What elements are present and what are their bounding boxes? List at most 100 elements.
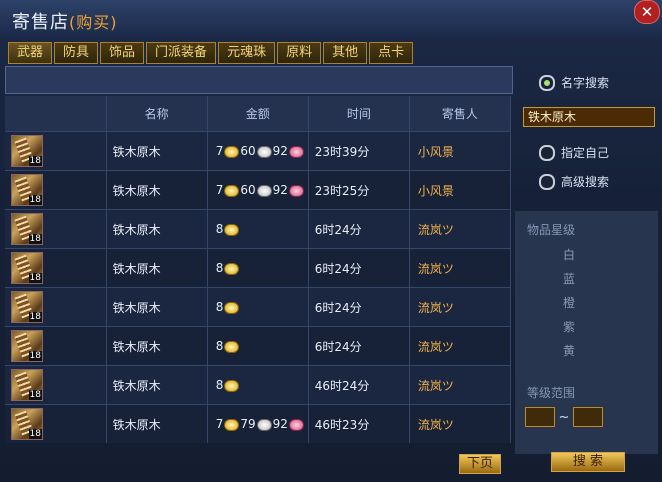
tab-cards[interactable]: 点卡 [369, 42, 414, 64]
item-level-badge: 18 [28, 390, 42, 400]
item-name: 铁木原木 [106, 326, 208, 366]
item-level-badge: 18 [28, 195, 42, 205]
table-row[interactable]: 18 铁木原木 8 6时24分 流岚ツ [5, 209, 512, 249]
window-title: 寄售店(购买) [12, 8, 118, 34]
max-level-input[interactable] [573, 407, 603, 427]
table-row[interactable]: 18 铁木原木 8 46时24分 流岚ツ [5, 365, 512, 405]
item-price: 7 79 92 [207, 404, 309, 443]
search-panel: 名字搜索 铁木原木 指定自己 高级搜索 物品星级 白 蓝 橙 紫 黄 等级范围 … [515, 66, 658, 454]
item-price: 7 60 92 [207, 170, 309, 210]
search-bar[interactable] [5, 66, 513, 94]
time-column-header[interactable]: 时间 [308, 96, 410, 132]
gold-amount: 8 [215, 222, 224, 236]
table-row[interactable]: 18 铁木原木 8 6时24分 流岚ツ [5, 326, 512, 366]
level-range-label: 等级范围 [527, 386, 576, 400]
time-left: 23时39分 [308, 131, 410, 171]
gold-coin-icon [224, 184, 240, 197]
gold-amount: 7 [215, 144, 224, 158]
radio-icon [539, 173, 555, 190]
tab-soul-beads[interactable]: 元魂珠 [218, 42, 276, 64]
item-name: 铁木原木 [106, 287, 208, 327]
gold-coin-icon [224, 145, 240, 158]
silver-coin-icon [256, 418, 272, 431]
silver-amount: 60 [240, 144, 256, 158]
seller-name: 小风景 [409, 170, 512, 210]
time-left: 46时23分 [308, 404, 410, 443]
item-name: 铁木原木 [106, 209, 208, 249]
tab-other[interactable]: 其他 [323, 42, 368, 64]
price-column-header[interactable]: 金额 [207, 96, 309, 132]
specify-self-label: 指定自己 [561, 146, 610, 160]
seller-name: 流岚ツ [409, 326, 512, 366]
title-main: 寄售店 [12, 12, 69, 33]
name-search-radio[interactable]: 名字搜索 [539, 74, 609, 91]
gold-coin-icon [224, 262, 240, 275]
item-level-badge: 18 [28, 273, 42, 283]
item-level-badge: 18 [28, 429, 42, 439]
seller-name: 流岚ツ [409, 365, 512, 405]
seller-name: 流岚ツ [409, 287, 512, 327]
seller-column-header[interactable]: 寄售人 [409, 96, 512, 132]
table-row[interactable]: 18 铁木原木 7 60 92 23时25分 小风景 [5, 170, 512, 210]
gold-coin-icon [224, 340, 240, 353]
min-level-input[interactable] [525, 407, 555, 427]
advanced-search-radio[interactable]: 高级搜索 [539, 173, 609, 190]
next-page-button[interactable]: 下页 [459, 454, 501, 474]
seller-name: 小风景 [409, 131, 512, 171]
item-name-input[interactable]: 铁木原木 [523, 107, 655, 127]
close-icon[interactable]: ✕ [634, 0, 660, 24]
tab-weapons[interactable]: 武器 [8, 42, 53, 64]
wood-log-icon: 18 [11, 252, 43, 284]
level-range-inputs: ~ [525, 407, 607, 427]
table-row[interactable]: 18 铁木原木 8 6时24分 流岚ツ [5, 248, 512, 288]
gold-amount: 7 [215, 183, 224, 197]
silver-coin-icon [256, 184, 272, 197]
listing-table: 名称 金额 时间 寄售人 18 铁木原木 7 60 92 23时39分 小风景 18… [5, 96, 512, 454]
copper-coin-icon [288, 184, 304, 197]
table-row[interactable]: 18 铁木原木 7 79 92 46时23分 流岚ツ [5, 404, 512, 443]
quality-white[interactable]: 白 [563, 246, 575, 263]
item-price: 8 [207, 287, 309, 327]
specify-self-radio[interactable]: 指定自己 [539, 144, 609, 161]
item-level-badge: 18 [28, 351, 42, 361]
table-row[interactable]: 18 铁木原木 7 60 92 23时39分 小风景 [5, 131, 512, 171]
time-left: 46时24分 [308, 365, 410, 405]
range-separator: ~ [558, 409, 570, 425]
item-name: 铁木原木 [106, 248, 208, 288]
name-column-header[interactable]: 名称 [106, 96, 208, 132]
tab-accessories[interactable]: 饰品 [100, 42, 145, 64]
quality-yellow[interactable]: 黄 [563, 342, 575, 359]
radio-selected-icon [539, 74, 555, 91]
gold-coin-icon [224, 379, 240, 392]
item-name: 铁木原木 [106, 404, 208, 443]
gold-amount: 8 [215, 378, 224, 392]
item-name: 铁木原木 [106, 365, 208, 405]
item-level-badge: 18 [28, 156, 42, 166]
silver-coin-icon [256, 145, 272, 158]
time-left: 6时24分 [308, 326, 410, 366]
copper-amount: 92 [272, 144, 288, 158]
quality-purple[interactable]: 紫 [563, 318, 575, 335]
item-price: 7 60 92 [207, 131, 309, 171]
table-row[interactable]: 18 铁木原木 8 6时24分 流岚ツ [5, 287, 512, 327]
copper-amount: 92 [272, 417, 288, 431]
seller-name: 流岚ツ [409, 404, 512, 443]
wood-log-icon: 18 [11, 369, 43, 401]
gold-amount: 7 [215, 417, 224, 431]
item-star-label: 物品星级 [527, 223, 576, 237]
copper-coin-icon [288, 145, 304, 158]
search-button[interactable]: 搜 索 [551, 452, 625, 472]
gold-coin-icon [224, 418, 240, 431]
time-left: 6时24分 [308, 209, 410, 249]
quality-blue[interactable]: 蓝 [563, 270, 575, 287]
title-bar: 寄售店(购买) ✕ [0, 0, 662, 38]
quality-orange[interactable]: 橙 [563, 294, 575, 311]
wood-log-icon: 18 [11, 135, 43, 167]
tab-sect-equipment[interactable]: 门派装备 [146, 42, 217, 64]
item-level-badge: 18 [28, 234, 42, 244]
item-price: 8 [207, 365, 309, 405]
item-price: 8 [207, 248, 309, 288]
tab-armor[interactable]: 防具 [54, 42, 99, 64]
tab-materials[interactable]: 原料 [277, 42, 322, 64]
icon-column-header [5, 96, 107, 132]
